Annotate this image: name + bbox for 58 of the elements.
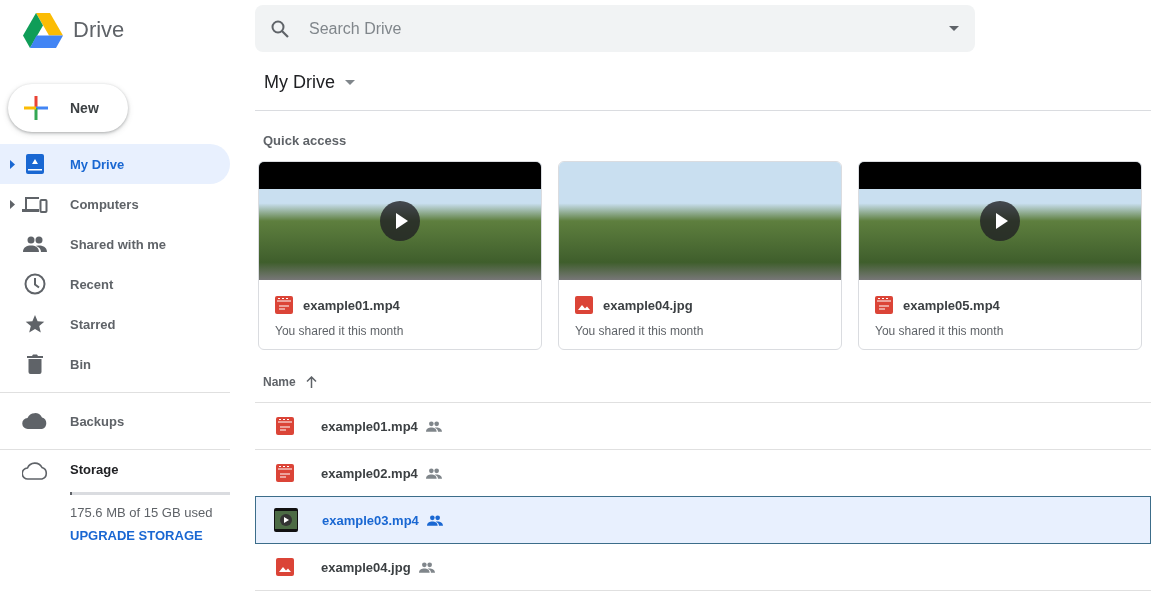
search-bar[interactable]: Search Drive: [255, 5, 975, 52]
people-icon: [23, 236, 47, 252]
expand-arrow-icon[interactable]: [9, 159, 15, 169]
sidebar-item[interactable]: Recent: [0, 264, 230, 304]
image-file-icon: [575, 296, 593, 314]
file-activity: You shared it this month: [874, 323, 1005, 338]
app-name: Drive: [73, 17, 125, 43]
play-icon: [980, 201, 1020, 241]
dropdown-arrow-icon[interactable]: [345, 80, 355, 85]
file-row[interactable]: example04.jpg: [255, 544, 1151, 591]
breadcrumb-title[interactable]: My Drive: [264, 72, 335, 93]
dropdown-arrow-icon[interactable]: [949, 26, 959, 31]
video-file-icon: [875, 296, 893, 314]
storage-label: Storage: [70, 462, 119, 477]
upgrade-storage-link[interactable]: UPGRADE STORAGE: [70, 528, 203, 543]
video-thumbnail-icon: [274, 508, 298, 532]
video-file-icon: [276, 464, 294, 482]
cloud-icon: [22, 462, 48, 480]
file-row[interactable]: example01.mp4: [255, 403, 1151, 450]
file-name: example01.mp4: [303, 297, 400, 313]
storage-usage-text: 175.6 MB of 15 GB used: [70, 505, 214, 520]
file-name: example04.jpg: [603, 297, 693, 313]
file-activity: You shared it this month: [274, 323, 405, 338]
file-card[interactable]: example01.mp4 You shared it this month: [258, 161, 542, 350]
file-name: example04.jpg: [321, 559, 411, 575]
file-name: example03.mp4: [322, 512, 419, 528]
expand-arrow-icon[interactable]: [9, 199, 15, 209]
file-name: example05.mp4: [903, 297, 1000, 313]
sort-ascending-icon[interactable]: [305, 376, 317, 388]
section-title: Quick access: [263, 133, 348, 150]
drive-logo-icon: [23, 12, 63, 48]
trash-icon: [27, 354, 43, 374]
file-row[interactable]: example03.mp4: [255, 496, 1151, 544]
file-name: example02.mp4: [321, 465, 418, 481]
file-card[interactable]: example04.jpg You shared it this month: [558, 161, 842, 350]
star-icon: [25, 314, 45, 334]
sidebar-item[interactable]: Backups: [0, 401, 252, 441]
video-file-icon: [275, 296, 293, 314]
sidebar-item[interactable]: Starred: [0, 304, 230, 344]
file-activity: You shared it this month: [574, 323, 705, 338]
drive-icon: [25, 153, 45, 175]
column-header[interactable]: Name: [263, 375, 296, 389]
file-card[interactable]: example05.mp4 You shared it this month: [858, 161, 1142, 350]
file-name: example01.mp4: [321, 418, 418, 434]
sidebar-item[interactable]: Bin: [0, 344, 230, 384]
image-file-icon: [276, 558, 294, 576]
new-button[interactable]: New: [8, 84, 128, 132]
play-icon: [380, 201, 420, 241]
cloud-icon: [22, 412, 48, 430]
clock-icon: [24, 273, 46, 295]
search-field[interactable]: Search Drive: [307, 18, 931, 39]
sidebar-item[interactable]: My Drive: [0, 144, 230, 184]
search-icon: [271, 19, 289, 38]
sidebar-item[interactable]: Computers: [0, 184, 230, 224]
sidebar-item[interactable]: Shared with me: [0, 224, 230, 264]
video-file-icon: [276, 417, 294, 435]
plus-icon: [24, 96, 48, 120]
computers-icon: [22, 195, 48, 213]
